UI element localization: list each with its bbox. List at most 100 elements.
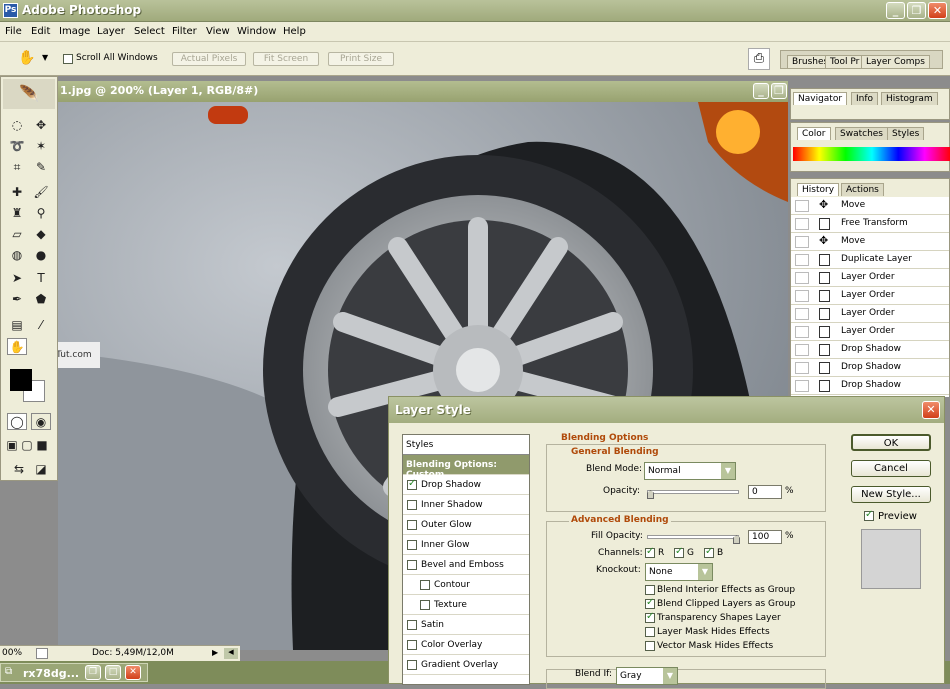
tab-history[interactable]: History bbox=[797, 183, 840, 196]
history-item[interactable]: Layer Order bbox=[791, 323, 949, 341]
history-brush-icon[interactable]: ⚲ bbox=[31, 205, 51, 222]
quick-mask-icon[interactable]: ◉ bbox=[31, 413, 51, 430]
layer-mask-hides-checkbox[interactable] bbox=[645, 627, 655, 637]
opacity-slider[interactable] bbox=[647, 490, 739, 494]
tab-styles[interactable]: Styles bbox=[887, 127, 925, 140]
history-item[interactable]: Drop Shadow bbox=[791, 341, 949, 359]
gradient-overlay-checkbox[interactable] bbox=[407, 660, 417, 670]
history-item[interactable]: Drop Shadow bbox=[791, 359, 949, 377]
imageready-jump-icon[interactable]: ⇆ bbox=[9, 461, 29, 478]
menu-select[interactable]: Select bbox=[134, 26, 165, 37]
eraser-tool-icon[interactable]: ▱ bbox=[7, 226, 27, 243]
history-item[interactable]: Free Transform bbox=[791, 215, 949, 233]
doc-minimize-button[interactable]: _ bbox=[753, 83, 769, 99]
style-item-satin[interactable]: Satin bbox=[403, 615, 529, 635]
history-snapshot-box[interactable] bbox=[795, 200, 809, 212]
tab-navigator[interactable]: Navigator bbox=[793, 92, 848, 105]
crop-tool-icon[interactable]: ⌗ bbox=[7, 159, 27, 176]
tab-tool-presets[interactable]: Tool Pr bbox=[825, 55, 865, 68]
screen-mode-3-icon[interactable]: ■ bbox=[35, 437, 49, 454]
dialog-close-button[interactable]: ✕ bbox=[922, 401, 940, 419]
zoom-level[interactable]: 00% bbox=[2, 648, 22, 658]
status-menu-icon[interactable] bbox=[36, 648, 48, 659]
vector-mask-hides-checkbox[interactable] bbox=[645, 641, 655, 651]
minimized-document[interactable]: ⧉ rx78dg... ❐ □ ✕ bbox=[0, 663, 148, 682]
drop-shadow-checkbox[interactable] bbox=[407, 478, 417, 490]
pen-tool-icon[interactable]: ✒ bbox=[7, 291, 27, 308]
preview-checkbox[interactable] bbox=[864, 509, 874, 521]
tab-layer-comps[interactable]: Layer Comps bbox=[861, 55, 930, 68]
menu-window[interactable]: Window bbox=[237, 26, 276, 37]
inner-glow-checkbox[interactable] bbox=[407, 540, 417, 550]
style-item-contour[interactable]: Contour bbox=[403, 575, 529, 595]
tab-swatches[interactable]: Swatches bbox=[835, 127, 888, 140]
clone-stamp-icon[interactable]: ♜ bbox=[7, 205, 27, 222]
channel-b-checkbox[interactable] bbox=[704, 546, 714, 558]
tool-preset-chevron-down-icon[interactable]: ▼ bbox=[42, 53, 48, 62]
magic-wand-icon[interactable]: ✶ bbox=[31, 138, 51, 155]
style-item-color-overlay[interactable]: Color Overlay bbox=[403, 635, 529, 655]
history-snapshot-box[interactable] bbox=[795, 254, 809, 266]
file-browser-icon[interactable]: ⎙ bbox=[748, 48, 770, 70]
styles-header[interactable]: Styles bbox=[403, 435, 529, 455]
type-tool-icon[interactable]: T bbox=[31, 270, 51, 287]
history-snapshot-box[interactable] bbox=[795, 326, 809, 338]
actual-pixels-button[interactable]: Actual Pixels bbox=[172, 52, 246, 66]
channel-r-checkbox[interactable] bbox=[645, 546, 655, 558]
history-snapshot-box[interactable] bbox=[795, 236, 809, 248]
menu-help[interactable]: Help bbox=[283, 26, 306, 37]
knockout-select[interactable]: None ▼ bbox=[645, 563, 713, 581]
style-item-drop-shadow[interactable]: Drop Shadow bbox=[403, 475, 529, 495]
style-item-blending-options[interactable]: Blending Options: Custom bbox=[403, 455, 529, 480]
inner-shadow-checkbox[interactable] bbox=[407, 500, 417, 510]
history-snapshot-box[interactable] bbox=[795, 380, 809, 392]
transparency-shapes-checkbox[interactable] bbox=[645, 611, 655, 623]
satin-checkbox[interactable] bbox=[407, 620, 417, 630]
history-snapshot-box[interactable] bbox=[795, 362, 809, 374]
contour-checkbox[interactable] bbox=[420, 580, 430, 590]
blend-clipped-checkbox[interactable] bbox=[645, 597, 655, 609]
channel-g-checkbox[interactable] bbox=[674, 546, 684, 558]
menu-file[interactable]: File bbox=[5, 26, 22, 37]
style-item-bevel-emboss[interactable]: Bevel and Emboss bbox=[403, 555, 529, 575]
style-item-inner-glow[interactable]: Inner Glow bbox=[403, 535, 529, 555]
history-item[interactable]: ✥ Move bbox=[791, 233, 949, 251]
hand-tool-box-icon[interactable]: ✋ bbox=[7, 338, 27, 355]
close-button[interactable]: ✕ bbox=[928, 2, 947, 19]
blur-tool-icon[interactable]: ◍ bbox=[7, 247, 27, 264]
history-item[interactable]: Layer Order bbox=[791, 305, 949, 323]
brush-tool-icon[interactable]: 🖌 bbox=[31, 184, 51, 201]
path-selection-icon[interactable]: ➤ bbox=[7, 270, 27, 287]
hand-tool-icon[interactable]: ✋ bbox=[18, 50, 35, 66]
bevel-emboss-checkbox[interactable] bbox=[407, 560, 417, 570]
doc-close-icon[interactable]: ✕ bbox=[125, 665, 141, 680]
screen-mode-2-icon[interactable]: ▢ bbox=[20, 437, 34, 454]
outer-glow-checkbox[interactable] bbox=[407, 520, 417, 530]
menu-filter[interactable]: Filter bbox=[172, 26, 197, 37]
blend-mode-select[interactable]: Normal ▼ bbox=[644, 462, 736, 480]
history-item[interactable]: Layer Order bbox=[791, 287, 949, 305]
history-item[interactable]: Duplicate Layer bbox=[791, 251, 949, 269]
fill-opacity-input[interactable]: 100 bbox=[748, 530, 782, 544]
marquee-tool-icon[interactable]: ◌ bbox=[7, 117, 27, 134]
doc-restore-button[interactable]: ❐ bbox=[771, 83, 787, 99]
scroll-left-icon[interactable]: ◀ bbox=[224, 648, 238, 659]
fill-opacity-slider[interactable] bbox=[647, 535, 739, 539]
status-arrow-icon[interactable]: ▶ bbox=[212, 648, 218, 657]
minimize-button[interactable]: _ bbox=[886, 2, 905, 19]
history-snapshot-box[interactable] bbox=[795, 218, 809, 230]
shape-tool-icon[interactable]: ⬟ bbox=[31, 291, 51, 308]
menu-edit[interactable]: Edit bbox=[31, 26, 50, 37]
new-style-button[interactable]: New Style... bbox=[851, 486, 931, 503]
history-snapshot-box[interactable] bbox=[795, 290, 809, 302]
standard-mode-icon[interactable]: ◯ bbox=[7, 413, 27, 430]
tab-color[interactable]: Color bbox=[797, 127, 831, 140]
doc-maximize-icon[interactable]: □ bbox=[105, 665, 121, 680]
notes-tool-icon[interactable]: ▤ bbox=[7, 317, 27, 334]
opacity-input[interactable]: 0 bbox=[748, 485, 782, 499]
blend-interior-checkbox[interactable] bbox=[645, 585, 655, 595]
menu-view[interactable]: View bbox=[206, 26, 230, 37]
eyedropper-icon[interactable]: ⁄ bbox=[31, 317, 51, 334]
texture-checkbox[interactable] bbox=[420, 600, 430, 610]
menu-image[interactable]: Image bbox=[59, 26, 90, 37]
